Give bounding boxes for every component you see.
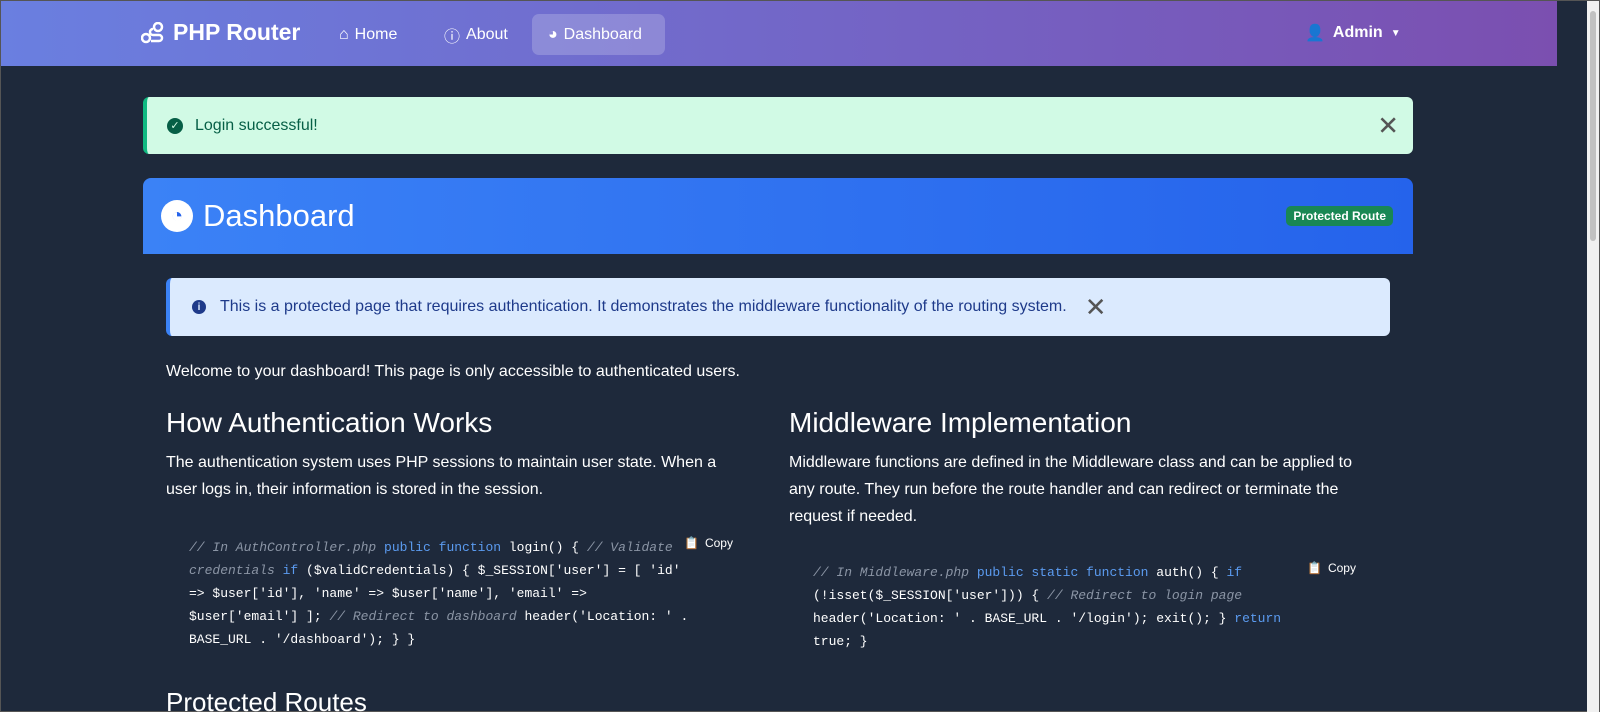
page-title: Dashboard (203, 198, 355, 233)
gauge-icon: ◕ (548, 25, 558, 43)
brand-link[interactable]: PHP Router (141, 19, 300, 46)
code-token: return (1234, 611, 1282, 626)
user-name: Admin (1332, 24, 1383, 41)
gauge-icon: ◔ (161, 200, 193, 232)
close-icon[interactable]: ✕ (1085, 292, 1107, 323)
protected-route-badge: Protected Route (1286, 206, 1393, 226)
auth-section: How Authentication Works The authenticat… (166, 407, 746, 503)
info-alert: i This is a protected page that requires… (166, 278, 1390, 336)
section-heading: How Authentication Works (166, 407, 493, 438)
protected-routes-heading: Protected Routes (166, 687, 367, 712)
copy-label: Copy (704, 536, 733, 550)
code-line: true; } (813, 630, 1333, 653)
code-line: BASE_URL . '/dashboard'); } } (189, 628, 749, 651)
nav-home[interactable]: ⌂ Home (323, 14, 413, 55)
code-line: // In AuthController.php public function… (189, 536, 749, 559)
info-circle-icon: i (192, 300, 206, 314)
code-token: auth() { (1156, 565, 1227, 580)
code-token: if (282, 563, 307, 578)
nav-about[interactable]: ⓘ About (428, 14, 524, 55)
nav-about-label: About (466, 25, 508, 43)
code-token: login() { (508, 540, 587, 555)
scrollbar-thumb[interactable] (1590, 11, 1596, 241)
nav-home-label: Home (354, 25, 398, 43)
clipboard-icon: 📋 (1307, 561, 1322, 575)
code-token: true; } (813, 634, 868, 649)
code-token: credentials (189, 563, 283, 578)
code-token: if (1226, 565, 1243, 580)
user-dropdown[interactable]: 👤 Admin ▼ (1305, 23, 1401, 43)
caret-down-icon: ▼ (1390, 27, 1401, 39)
close-icon[interactable]: ✕ (1377, 110, 1399, 141)
nav-dashboard[interactable]: ◕ Dashboard (532, 14, 665, 55)
route-icon (141, 21, 164, 43)
code-token: header('Location: ' . BASE_URL . '/login… (813, 611, 1235, 626)
middleware-section: Middleware Implementation Middleware fun… (789, 407, 1369, 530)
code-token: // Redirect to dashboard (329, 609, 525, 624)
code-token: // In AuthController.php (189, 540, 385, 555)
code-token: BASE_URL . '/dashboard'); } } (189, 632, 416, 647)
code-token: // Redirect to login page (1047, 588, 1243, 603)
code-line: => $user['id'], 'name' => $user['name'],… (189, 582, 749, 605)
home-icon: ⌂ (339, 25, 349, 43)
welcome-text: Welcome to your dashboard! This page is … (166, 363, 740, 380)
code-token: header('Location: ' . (524, 609, 689, 624)
clipboard-icon: 📋 (684, 536, 699, 550)
code-token: public function (384, 540, 509, 555)
scrollbar[interactable] (1587, 1, 1599, 712)
info-icon: ⓘ (444, 28, 461, 46)
code-line: credentials if ($validCredentials) { $_S… (189, 559, 749, 582)
nav-dashboard-label: Dashboard (563, 25, 642, 43)
code-token: ($validCredentials) { $_SESSION['user'] … (306, 563, 681, 578)
info-alert-text: This is a protected page that requires a… (220, 298, 1067, 315)
user-icon: 👤 (1305, 25, 1325, 42)
check-circle-icon: ✓ (167, 117, 183, 134)
code-token: public static function (976, 565, 1157, 580)
dashboard-card-header: ◔ Dashboard Protected Route (143, 178, 1413, 254)
code-line: (!isset($_SESSION['user'])) { // Redirec… (813, 584, 1333, 607)
section-heading: Middleware Implementation (789, 407, 1132, 438)
copy-label: Copy (1327, 561, 1356, 575)
code-line: // In Middleware.php public static funct… (813, 561, 1333, 584)
code-token: (!isset($_SESSION['user'])) { (813, 588, 1048, 603)
login-success-alert: ✓ Login successful! ✕ (143, 97, 1413, 154)
section-text: The authentication system uses PHP sessi… (166, 454, 717, 498)
section-text: Middleware functions are defined in the … (789, 454, 1353, 525)
code-token: // Validate (586, 540, 673, 555)
code-line: header('Location: ' . BASE_URL . '/login… (813, 607, 1333, 630)
copy-button[interactable]: 📋 Copy (684, 536, 733, 550)
code-block-middleware: // In Middleware.php public static funct… (813, 561, 1333, 653)
copy-button[interactable]: 📋 Copy (1307, 561, 1356, 575)
code-block-auth: // In AuthController.php public function… (189, 536, 749, 651)
navbar: PHP Router ⌂ Home ⓘ About ◕ Dashboard 👤 Admi… (1, 1, 1557, 66)
code-line: $user['email'] ]; // Redirect to dashboa… (189, 605, 749, 628)
code-token: $user['email'] ]; (189, 609, 330, 624)
code-token: // In Middleware.php (813, 565, 977, 580)
code-token: => $user['id'], 'name' => $user['name'],… (189, 586, 587, 601)
alert-text: Login successful! (195, 116, 318, 134)
brand-name: PHP Router (173, 19, 301, 45)
